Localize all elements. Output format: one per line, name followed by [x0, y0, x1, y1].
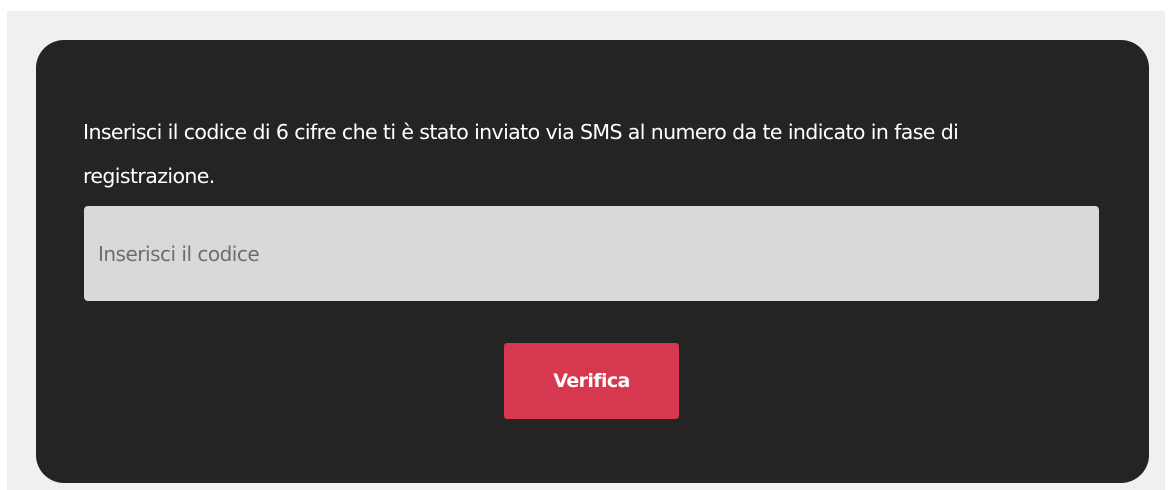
- verify-button[interactable]: Verifica: [504, 343, 679, 419]
- instructions-text: Inserisci il codice di 6 cifre che ti è …: [83, 120, 959, 188]
- code-input[interactable]: [84, 206, 1099, 301]
- verification-card: Inserisci il codice di 6 cifre che ti è …: [36, 40, 1149, 483]
